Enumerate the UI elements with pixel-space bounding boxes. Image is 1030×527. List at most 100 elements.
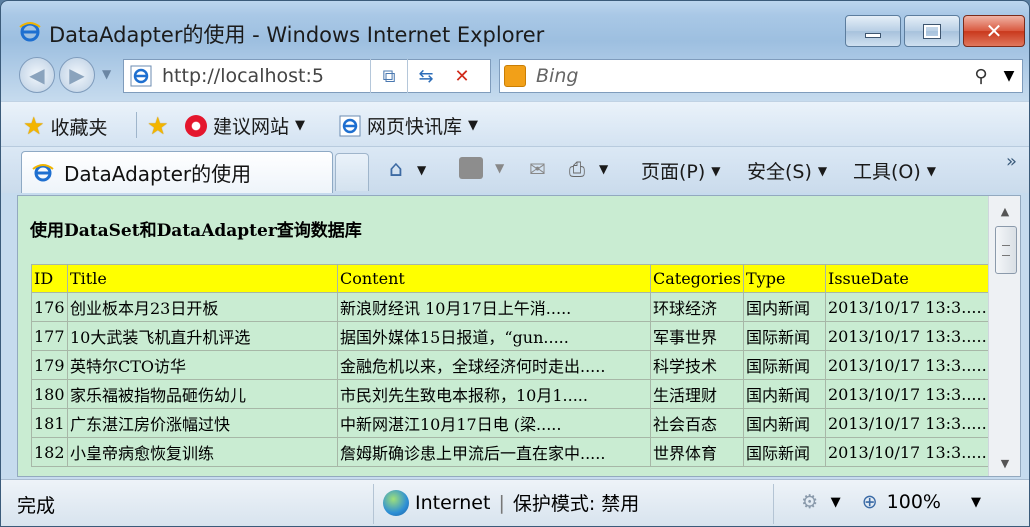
favorites-star-icon: ★ [23,112,45,140]
zone-label: Internet [415,491,491,514]
cell-id: 177 [31,321,68,351]
cell-issuedate: 2013/10/17 13:3..... [825,408,990,438]
chevron-down-icon: ▼ [295,118,306,133]
tab-label: DataAdapter的使用 [64,162,252,186]
minimize-button[interactable] [845,15,901,47]
column-header-title: Title [67,264,338,293]
cell-content: 中新网湛江10月17日电 (梁..... [337,408,651,438]
search-input[interactable]: Bing [536,65,966,87]
print-button[interactable]: ⎙ ▼ [569,157,608,181]
cell-content: 市民刘先生致电本报称，10月1..... [337,379,651,409]
tools-menu-label: 工具(O) [853,161,921,183]
bing-icon [504,65,526,87]
chevron-down-icon: ▼ [926,163,937,178]
cell-content: 金融危机以来，全球经济何时走出..... [337,350,651,380]
vertical-scrollbar[interactable]: ▲ ▼ [988,196,1020,476]
popup-blocker-icon[interactable]: ⚙ [797,489,823,515]
maximize-button[interactable] [904,15,960,47]
scroll-down-arrow-icon[interactable]: ▼ [989,450,1020,476]
address-url[interactable]: http://localhost:5 [162,65,370,87]
recent-pages-dropdown[interactable]: ▼ [102,67,111,81]
cell-type: 国内新闻 [743,408,826,438]
cell-categories: 社会百态 [650,408,744,438]
column-header-id: ID [31,264,68,293]
cell-content: 据国外媒体15日报道，“gun..... [337,321,651,351]
cell-categories: 世界体育 [650,437,744,467]
zoom-level[interactable]: 100% [887,491,941,513]
back-button[interactable]: ◀ [19,57,55,93]
chevron-down-icon[interactable]: ▼ [831,495,841,510]
security-zone[interactable]: Internet | 保护模式: 禁用 [383,489,639,516]
status-bar: 完成 Internet | 保护模式: 禁用 ⚙ ▼ ⊕ 100% ▼ [1,479,1029,526]
cell-type: 国际新闻 [743,321,826,351]
scroll-up-arrow-icon[interactable]: ▲ [989,198,1020,224]
read-mail-button[interactable]: ✉ [529,157,546,181]
suggested-sites-button[interactable]: 建议网站 ▼ [185,112,305,139]
status-text: 完成 [17,495,56,517]
column-header-categories: Categories [650,264,744,293]
search-options-dropdown[interactable]: ▼ [996,68,1022,84]
arrow-left-icon: ◀ [29,63,45,87]
search-icon[interactable]: ⚲ [966,66,996,87]
add-to-favorites-bar-button[interactable]: ★ [147,112,175,140]
favorites-bar: ★ 收藏夹 ★ 建议网站 ▼ 网页快讯库 ▼ [1,101,1029,147]
zoom-icon[interactable]: ⊕ [857,489,883,515]
more-commands-chevron-icon[interactable]: » [1006,151,1017,172]
tools-menu[interactable]: 工具(O) ▼ [853,157,936,184]
table-row: 176 创业板本月23日开板 新浪财经讯 10月17日上午消..... 环球经济… [31,292,990,322]
chevron-down-icon: ▼ [468,118,479,133]
compatibility-view-button[interactable]: ⧉ [371,59,407,93]
cell-issuedate: 2013/10/17 13:3..... [825,292,990,322]
chevron-down-icon[interactable]: ▼ [971,495,981,510]
cell-id: 182 [31,437,68,467]
cell-issuedate: 2013/10/17 13:3..... [825,350,990,380]
address-row: ◀ ▶ ▼ http://localhost:5 ⧉ ⇆ ✕ Bing ⚲ ▼ [1,51,1029,99]
page-heading: 使用DataSet和DataAdapter查询数据库 [30,221,362,241]
home-button[interactable]: ⌂ ▼ [389,157,426,182]
cell-issuedate: 2013/10/17 13:3..... [825,437,990,467]
cell-categories: 环球经济 [650,292,744,322]
forward-button[interactable]: ▶ [59,57,95,93]
title-bar: DataAdapter的使用 - Windows Internet Explor… [1,1,1029,49]
refresh-button[interactable]: ⇆ [408,59,444,93]
stop-button[interactable]: ✕ [444,59,480,93]
cell-type: 国内新闻 [743,379,826,409]
tab-dataadapter[interactable]: DataAdapter的使用 [21,151,333,193]
cell-content: 詹姆斯确诊患上甲流后一直在家中..... [337,437,651,467]
page-viewport: 使用DataSet和DataAdapter查询数据库 ID Title Cont… [17,195,1021,477]
search-bar[interactable]: Bing ⚲ ▼ [499,59,1023,93]
globe-icon [383,489,409,516]
cell-categories: 军事世界 [650,321,744,351]
scrollbar-thumb[interactable] [995,226,1017,274]
status-tools: ⚙ ▼ ⊕ 100% ▼ [797,489,1029,515]
minimize-icon [865,32,881,38]
protected-mode-label: 保护模式: 禁用 [512,493,640,515]
favorites-label: 收藏夹 [50,116,108,139]
address-bar[interactable]: http://localhost:5 ⧉ ⇆ ✕ [123,59,491,93]
cell-title: 广东湛江房价涨幅过快 [67,408,338,438]
page-menu[interactable]: 页面(P) ▼ [641,157,721,184]
close-icon: ✕ [985,19,1003,43]
window-controls: ✕ [845,15,1025,47]
cell-type: 国际新闻 [743,437,826,467]
suggested-sites-label: 建议网站 [213,116,290,138]
cell-issuedate: 2013/10/17 13:3..... [825,379,990,409]
cell-id: 179 [31,350,68,380]
weibo-icon [185,114,207,137]
table-row: 177 10大武装飞机直升机评选 据国外媒体15日报道，“gun..... 军事… [31,321,990,351]
arrow-right-icon: ▶ [69,63,85,87]
column-header-issuedate: IssueDate [825,264,990,293]
stop-icon: ✕ [454,65,470,87]
cell-type: 国际新闻 [743,350,826,380]
chevron-down-icon: ▼ [416,162,427,177]
favorites-button[interactable]: ★ 收藏夹 [23,112,108,140]
close-button[interactable]: ✕ [963,15,1025,47]
printer-icon: ⎙ [569,157,585,181]
maximize-icon [923,23,941,39]
cell-title: 10大武装飞机直升机评选 [67,321,338,351]
web-slice-gallery-button[interactable]: 网页快讯库 ▼ [339,112,478,139]
cell-issuedate: 2013/10/17 13:3..... [825,321,990,351]
feeds-button[interactable]: ▼ [459,157,504,179]
new-tab-button[interactable] [335,153,369,191]
safety-menu[interactable]: 安全(S) ▼ [747,157,827,184]
